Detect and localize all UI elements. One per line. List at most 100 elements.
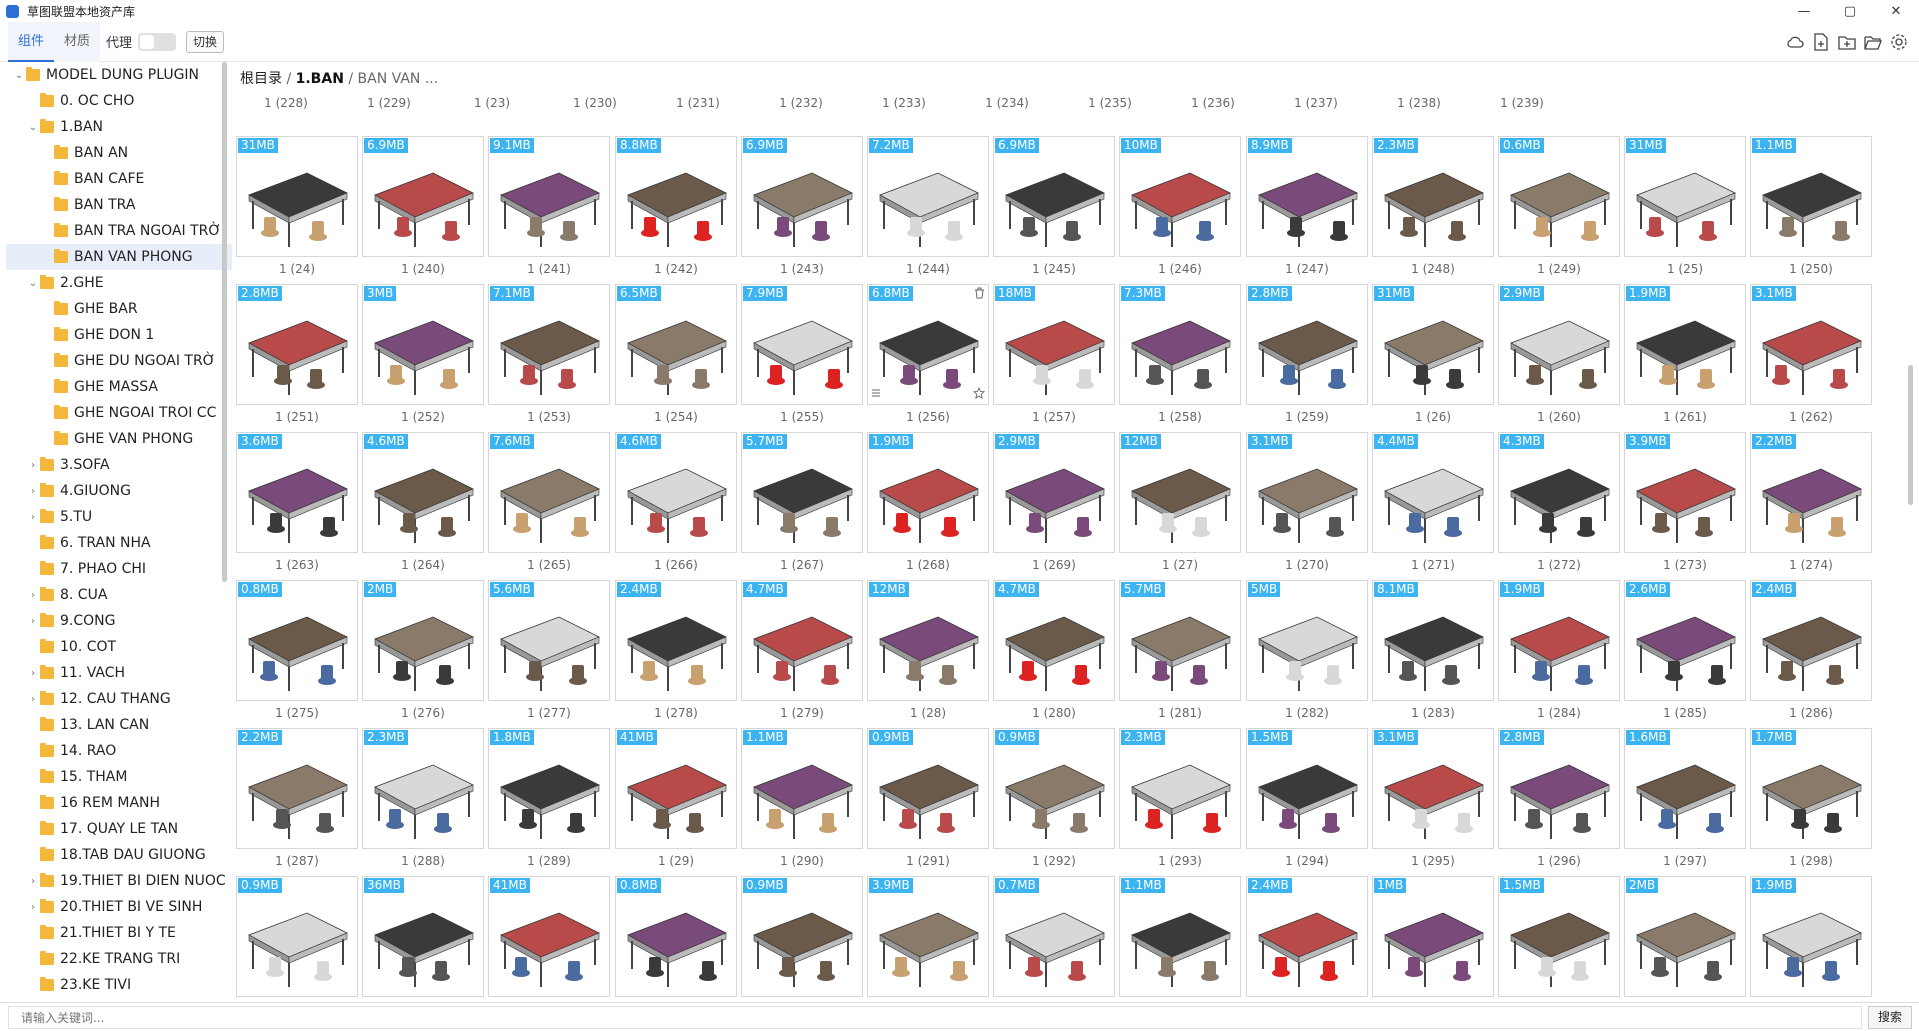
asset-card[interactable]: 2.9MB [993,432,1115,553]
asset-card[interactable]: 2.8MB [236,284,358,405]
asset-card[interactable]: 5.7MB [1119,580,1241,701]
sidebar-item[interactable]: 23.KE TIVI [6,972,232,998]
asset-card[interactable]: 9.1MB [488,136,610,257]
sidebar-item[interactable]: › 19.THIET BI DIEN NUOC [6,868,232,894]
asset-card[interactable]: 0.6MB [1498,136,1620,257]
asset-card[interactable]: 3.1MB [1372,728,1494,849]
asset-card[interactable]: 41MB [488,876,610,997]
asset-card[interactable]: 2.8MB [1498,728,1620,849]
asset-card[interactable]: 4.3MB [1498,432,1620,553]
asset-card[interactable]: 7.1MB [488,284,610,405]
asset-card[interactable]: 6.5MB [615,284,737,405]
chevron-icon[interactable]: › [26,590,40,601]
asset-card[interactable]: 8.1MB [1372,580,1494,701]
asset-card[interactable]: 4.7MB [741,580,863,701]
asset-card[interactable]: 5MB [1246,580,1368,701]
asset-card[interactable]: 6.9MB [741,136,863,257]
asset-card[interactable]: 3.1MB [1750,284,1872,405]
sidebar-scrollbar[interactable] [222,62,227,582]
sidebar-item[interactable]: BAN AN [6,140,232,166]
asset-card[interactable]: 1.5MB [1246,728,1368,849]
asset-card[interactable]: 2.2MB [236,728,358,849]
sidebar-item[interactable]: 15. THAM [6,764,232,790]
sidebar-item[interactable]: 22.KE TRANG TRI [6,946,232,972]
asset-card[interactable]: 1.5MB [1498,876,1620,997]
asset-card[interactable]: 0.8MB [236,580,358,701]
asset-card[interactable]: 12MB [1119,432,1241,553]
asset-card[interactable]: 1.8MB [488,728,610,849]
asset-card[interactable]: 3MB [362,284,484,405]
asset-card[interactable]: 2.4MB [615,580,737,701]
chevron-icon[interactable]: › [26,902,40,913]
sidebar-item[interactable]: BAN VAN PHONG [6,244,232,270]
sidebar-item[interactable]: 7. PHAO CHI [6,556,232,582]
asset-card[interactable]: 6.9MB [993,136,1115,257]
cloud-icon[interactable] [1785,32,1805,52]
asset-card[interactable]: 7.6MB [488,432,610,553]
sidebar-item[interactable]: › 20.THIET BI VE SINH [6,894,232,920]
sidebar-item[interactable]: BAN TRA [6,192,232,218]
asset-card[interactable]: 5.7MB [741,432,863,553]
chevron-icon[interactable]: ⌄ [26,122,40,133]
chevron-icon[interactable]: › [26,694,40,705]
asset-card[interactable]: 10MB [1119,136,1241,257]
asset-card[interactable]: 31MB [1624,136,1746,257]
sidebar-item[interactable]: › 9.CONG [6,608,232,634]
sidebar-item[interactable]: 16 REM MANH [6,790,232,816]
asset-card[interactable]: 1.1MB [741,728,863,849]
sidebar-item[interactable]: 6. TRAN NHA [6,530,232,556]
asset-card[interactable]: 0.7MB [993,876,1115,997]
asset-card[interactable]: 2MB [362,580,484,701]
asset-card[interactable]: 6.9MB [362,136,484,257]
sidebar-item[interactable]: 21.THIET BI Y TE [6,920,232,946]
star-icon[interactable] [972,384,986,403]
switch-button[interactable]: 切换 [186,30,225,53]
asset-card[interactable]: 3.9MB [867,876,989,997]
asset-card[interactable]: 12MB [867,580,989,701]
asset-card[interactable]: 1.1MB [1750,136,1872,257]
sidebar-item[interactable]: ⌄ 2.GHE [6,270,232,296]
asset-card[interactable]: 1.9MB [1498,580,1620,701]
sidebar-item[interactable]: 10. COT [6,634,232,660]
chevron-icon[interactable]: › [26,486,40,497]
asset-card[interactable]: 2.3MB [1119,728,1241,849]
asset-card[interactable]: 6.8MB [867,284,989,405]
asset-card[interactable]: 2.9MB [1498,284,1620,405]
asset-card[interactable]: 8.8MB [615,136,737,257]
asset-card[interactable]: 7.9MB [741,284,863,405]
sidebar-item[interactable]: › 3.SOFA [6,452,232,478]
breadcrumb-level1[interactable]: 1.BAN [296,71,344,87]
proxy-toggle[interactable] [138,32,177,51]
sidebar-item[interactable]: › 8. CUA [6,582,232,608]
sidebar-item[interactable]: › 5.TU [6,504,232,530]
search-input[interactable] [8,1006,1862,1029]
sidebar-item[interactable]: GHE NGOAI TROI CC [6,400,232,426]
sidebar-item[interactable]: › 4.GIUONG [6,478,232,504]
breadcrumb-level2[interactable]: BAN VAN ... [358,71,439,87]
sidebar-item[interactable]: GHE VAN PHONG [6,426,232,452]
asset-card[interactable]: 18MB [993,284,1115,405]
asset-card[interactable]: 1.9MB [1750,876,1872,997]
asset-card[interactable]: 36MB [362,876,484,997]
sidebar-item[interactable]: › 11. VACH [6,660,232,686]
minimize-button[interactable]: — [1781,0,1827,22]
asset-card[interactable]: 8.9MB [1246,136,1368,257]
sidebar-item[interactable]: ⌄ MODEL DUNG PLUGIN [6,62,232,88]
asset-card[interactable]: 0.9MB [236,876,358,997]
asset-card[interactable]: 4.6MB [615,432,737,553]
folder-open-icon[interactable] [1863,32,1883,52]
asset-card[interactable]: 2.2MB [1750,432,1872,553]
asset-card[interactable]: 4.4MB [1372,432,1494,553]
asset-card[interactable]: 31MB [236,136,358,257]
asset-card[interactable]: 3.1MB [1246,432,1368,553]
chevron-icon[interactable]: › [26,512,40,523]
chevron-icon[interactable]: ⌄ [26,278,40,289]
asset-card[interactable]: 2.3MB [362,728,484,849]
sidebar-item[interactable]: 13. LAN CAN [6,712,232,738]
asset-card[interactable]: 41MB [615,728,737,849]
asset-card[interactable]: 2.4MB [1246,876,1368,997]
asset-card[interactable]: 7.2MB [867,136,989,257]
folder-add-icon[interactable] [1837,32,1857,52]
chevron-icon[interactable]: › [26,876,40,887]
sidebar-item[interactable]: 18.TAB DAU GIUONG [6,842,232,868]
